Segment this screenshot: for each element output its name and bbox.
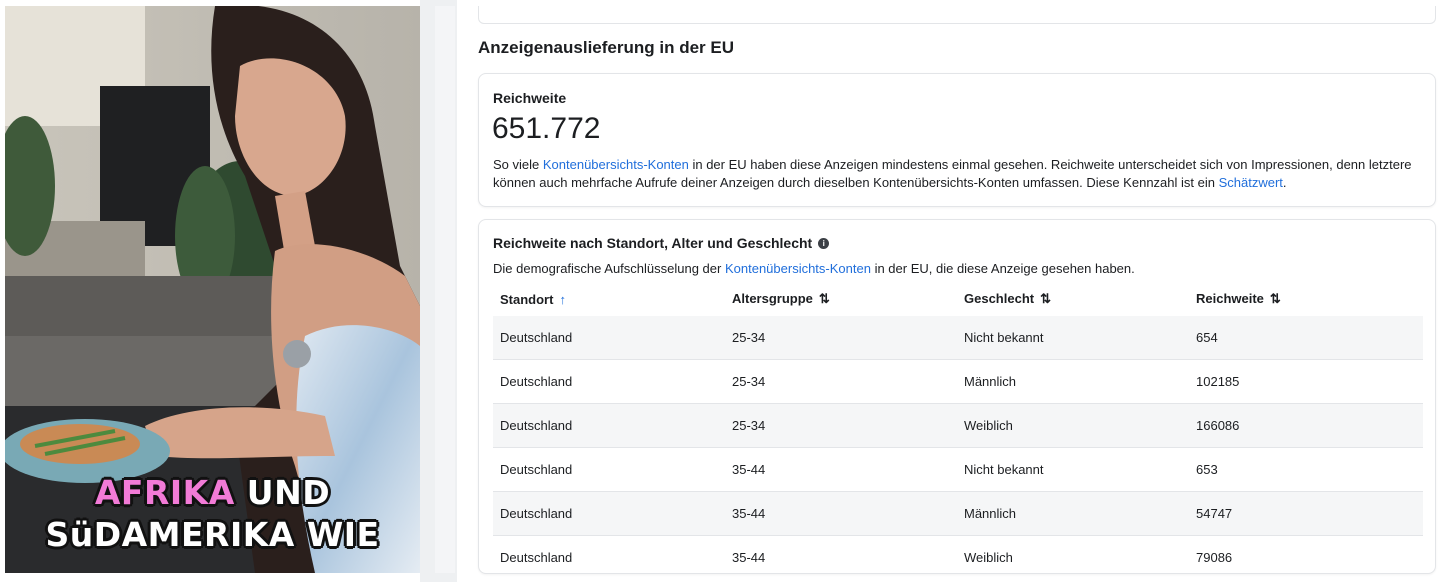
reach-card: Reichweite 651.772 So viele Kontenübersi…	[478, 73, 1436, 207]
cell-geschlecht: Nicht bekannt	[957, 316, 1189, 360]
cell-reichweite: 79086	[1189, 535, 1423, 573]
table-row: Deutschland 25-34 Nicht bekannt 654	[493, 316, 1423, 360]
cell-reichweite: 654	[1189, 316, 1423, 360]
demographics-table: Standort ↑ Altersgruppe ⇅ Geschlecht ⇅ Reic…	[493, 282, 1423, 573]
cell-reichweite: 166086	[1189, 403, 1423, 448]
cell-geschlecht: Nicht bekannt	[957, 447, 1189, 492]
video-caption-line2: SüDAMERIKA WIE	[45, 515, 380, 554]
cell-geschlecht: Weiblich	[957, 403, 1189, 448]
cell-standort: Deutschland	[493, 491, 725, 536]
column-header-geschlecht[interactable]: Geschlecht ⇅	[957, 282, 1189, 316]
table-row: Deutschland 25-34 Weiblich 166086	[493, 403, 1423, 448]
sort-icon[interactable]: ⇅	[1040, 291, 1051, 306]
cell-standort: Deutschland	[493, 447, 725, 492]
table-row: Deutschland 35-44 Nicht bekannt 653	[493, 447, 1423, 492]
table-row: Deutschland 35-44 Männlich 54747	[493, 491, 1423, 536]
column-header-label: Altersgruppe	[732, 291, 813, 306]
video-caption-word: UND	[246, 473, 331, 512]
cell-altersgruppe: 35-44	[725, 491, 957, 536]
cell-reichweite: 653	[1189, 447, 1423, 492]
column-header-reichweite[interactable]: Reichweite ⇅	[1189, 282, 1423, 316]
column-header-altersgruppe[interactable]: Altersgruppe ⇅	[725, 282, 957, 316]
cell-standort: Deutschland	[493, 403, 725, 448]
column-header-standort[interactable]: Standort ↑	[493, 282, 725, 316]
previous-card-edge	[478, 6, 1436, 24]
cell-reichweite: 102185	[1189, 359, 1423, 404]
sort-icon[interactable]: ⇅	[1270, 291, 1281, 306]
panel-divider	[420, 0, 457, 582]
accounts-center-link[interactable]: Kontenübersichts-Konten	[725, 261, 871, 276]
column-header-label: Geschlecht	[964, 291, 1035, 306]
estimate-link[interactable]: Schätzwert	[1219, 175, 1283, 190]
cell-altersgruppe: 35-44	[725, 447, 957, 492]
cell-standort: Deutschland	[493, 316, 725, 360]
reach-desc-text: So viele	[493, 157, 543, 172]
video-caption-accent: AFRIKA	[94, 473, 235, 512]
cell-altersgruppe: 25-34	[725, 316, 957, 360]
reach-value: 651.772	[492, 112, 601, 145]
table-row: Deutschland 25-34 Männlich 102185	[493, 359, 1423, 404]
cell-altersgruppe: 25-34	[725, 403, 957, 448]
cell-reichweite: 54747	[1189, 491, 1423, 536]
accounts-center-link[interactable]: Kontenübersichts-Konten	[543, 157, 689, 172]
table-row: Deutschland 35-44 Weiblich 79086	[493, 535, 1423, 573]
demographics-card-title: Reichweite nach Standort, Alter und Gesc…	[493, 235, 830, 251]
demographics-title-text: Reichweite nach Standort, Alter und Gesc…	[493, 235, 813, 251]
cell-geschlecht: Weiblich	[957, 535, 1189, 573]
sort-ascending-icon[interactable]: ↑	[559, 292, 566, 307]
reach-card-title: Reichweite	[493, 90, 567, 106]
reach-description: So viele Kontenübersichts-Konten in der …	[493, 156, 1423, 192]
section-title: Anzeigenauslieferung in der EU	[478, 38, 734, 57]
cell-geschlecht: Männlich	[957, 491, 1189, 536]
demographics-description: Die demografische Aufschlüsselung der Ko…	[493, 261, 1135, 276]
scroll-gutter	[435, 6, 455, 573]
table-header-row: Standort ↑ Altersgruppe ⇅ Geschlecht ⇅ Reic…	[493, 282, 1423, 316]
demographics-card: Reichweite nach Standort, Alter und Gesc…	[478, 219, 1436, 574]
reach-desc-text: .	[1282, 175, 1287, 190]
column-header-label: Standort	[500, 291, 554, 307]
demo-desc-text: Die demografische Aufschlüsselung der	[493, 261, 725, 276]
info-icon[interactable]: i	[818, 237, 830, 249]
cell-standort: Deutschland	[493, 359, 725, 404]
cell-altersgruppe: 35-44	[725, 535, 957, 573]
video-preview[interactable]: AFRIKA UND SüDAMERIKA WIE	[5, 6, 420, 573]
cell-geschlecht: Männlich	[957, 359, 1189, 404]
column-header-label: Reichweite	[1196, 291, 1264, 306]
video-caption-line1: AFRIKA UND	[5, 473, 420, 512]
demo-desc-text: in der EU, die diese Anzeige gesehen hab…	[870, 261, 1135, 276]
sort-icon[interactable]: ⇅	[819, 291, 830, 306]
cell-standort: Deutschland	[493, 535, 725, 573]
cell-altersgruppe: 25-34	[725, 359, 957, 404]
ad-delivery-panel: Anzeigenauslieferung in der EU Reichweit…	[457, 0, 1440, 582]
